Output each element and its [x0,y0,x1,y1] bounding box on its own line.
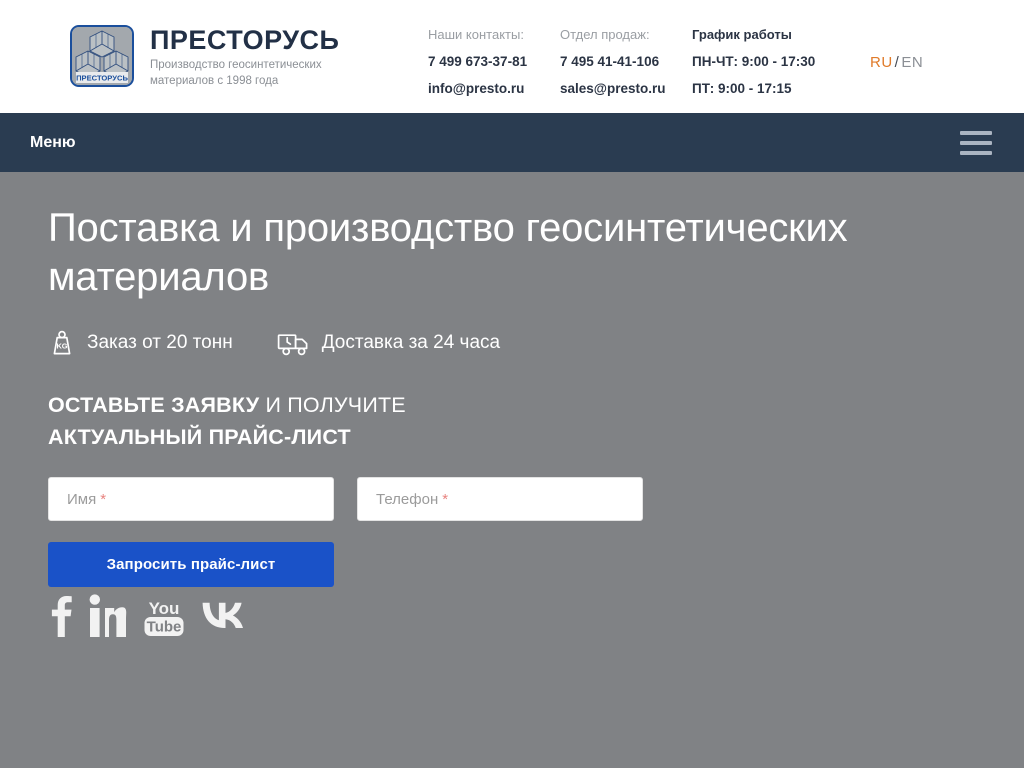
hours-weekdays: ПН-ЧТ: 9:00 - 17:30 [692,54,816,69]
hamburger-bar [960,150,992,155]
feature-minimum-order: KG Заказ от 20 тонн [48,329,233,357]
contacts-heading: Наши контакты: [428,27,524,42]
social-links: You Tube [48,587,1024,643]
hero-section: Поставка и производство геосинтетических… [0,172,1024,768]
form-heading-line2: АКТУАЛЬНЫЙ ПРАЙС-ЛИСТ [48,424,351,449]
feature-list: KG Заказ от 20 тонн Доставка за 24 часа [48,302,1024,357]
form-heading: ОСТАВЬТЕ ЗАЯВКУ И ПОЛУЧИТЕ АКТУАЛЬНЫЙ ПР… [48,357,1024,454]
brand-block[interactable]: ПРЕСТОРУСЬ ПРЕСТОРУСЬ Производство геоси… [0,0,339,89]
form-heading-light: И ПОЛУЧИТЕ [259,392,406,417]
sales-phone[interactable]: 7 495 41-41-106 [560,55,692,82]
brand-title: ПРЕСТОРУСЬ [150,25,340,55]
presto-geogrid-logo-icon[interactable]: ПРЕСТОРУСЬ [70,25,134,87]
contacts-phone[interactable]: 7 499 673-37-81 [428,55,560,82]
brand-subtitle: Производство геосинтетических материалов… [150,59,322,87]
name-input[interactable]: Имя * [48,477,334,522]
phone-input[interactable]: Телефон * [357,477,643,522]
language-option-ru[interactable]: RU [870,54,893,71]
main-navbar: Меню [0,113,1024,172]
svg-text:You: You [149,599,180,618]
site-header: ПРЕСТОРУСЬ ПРЕСТОРУСЬ Производство геоси… [0,0,1024,113]
contacts-column-general: Наши контакты: 7 499 673-37-81 info@pres… [428,28,560,108]
language-switcher[interactable]: RU / EN [870,54,923,71]
youtube-icon[interactable]: You Tube [142,592,186,643]
feature-label: Заказ от 20 тонн [87,331,233,353]
weight-kg-icon: KG [48,329,76,357]
linkedin-icon[interactable] [88,592,128,643]
request-price-list-button[interactable]: Запросить прайс-лист [48,542,334,588]
language-option-en[interactable]: EN [901,54,923,71]
logo-caption: ПРЕСТОРУСЬ [76,73,128,82]
sales-email[interactable]: sales@presto.ru [560,81,692,109]
vk-icon[interactable] [200,592,246,643]
name-required-mark: * [100,490,107,508]
phone-input-placeholder: Телефон [376,490,439,508]
hamburger-bar [960,140,992,145]
lead-form-fields: Имя * Телефон * [48,453,1024,522]
menu-label[interactable]: Меню [0,134,76,152]
contacts-email[interactable]: info@presto.ru [428,81,560,109]
hours-heading: График работы [692,27,792,42]
name-input-placeholder: Имя [67,490,97,508]
brand-text: ПРЕСТОРУСЬ Производство геосинтетических… [134,25,339,89]
page-title: Поставка и производство геосинтетических… [48,206,848,299]
delivery-truck-clock-icon [277,329,311,357]
feature-delivery-time: Доставка за 24 часа [277,329,500,357]
contacts-column-sales: Отдел продаж: 7 495 41-41-106 sales@pres… [560,28,692,108]
hamburger-bar [960,130,992,135]
svg-text:Tube: Tube [147,619,182,636]
feature-label: Доставка за 24 часа [321,331,501,353]
sales-heading: Отдел продаж: [560,27,650,42]
facebook-icon[interactable] [48,592,74,643]
svg-text:KG: KG [56,341,67,350]
header-contacts: Наши контакты: 7 499 673-37-81 info@pres… [428,28,852,108]
hamburger-menu-icon[interactable] [960,130,992,155]
phone-required-mark: * [442,490,449,508]
contacts-column-hours: График работы ПН-ЧТ: 9:00 - 17:30 ПТ: 9:… [692,28,852,108]
hours-friday: ПТ: 9:00 - 17:15 [692,80,792,96]
form-heading-emphasis: ОСТАВЬТЕ ЗАЯВКУ [48,392,260,417]
